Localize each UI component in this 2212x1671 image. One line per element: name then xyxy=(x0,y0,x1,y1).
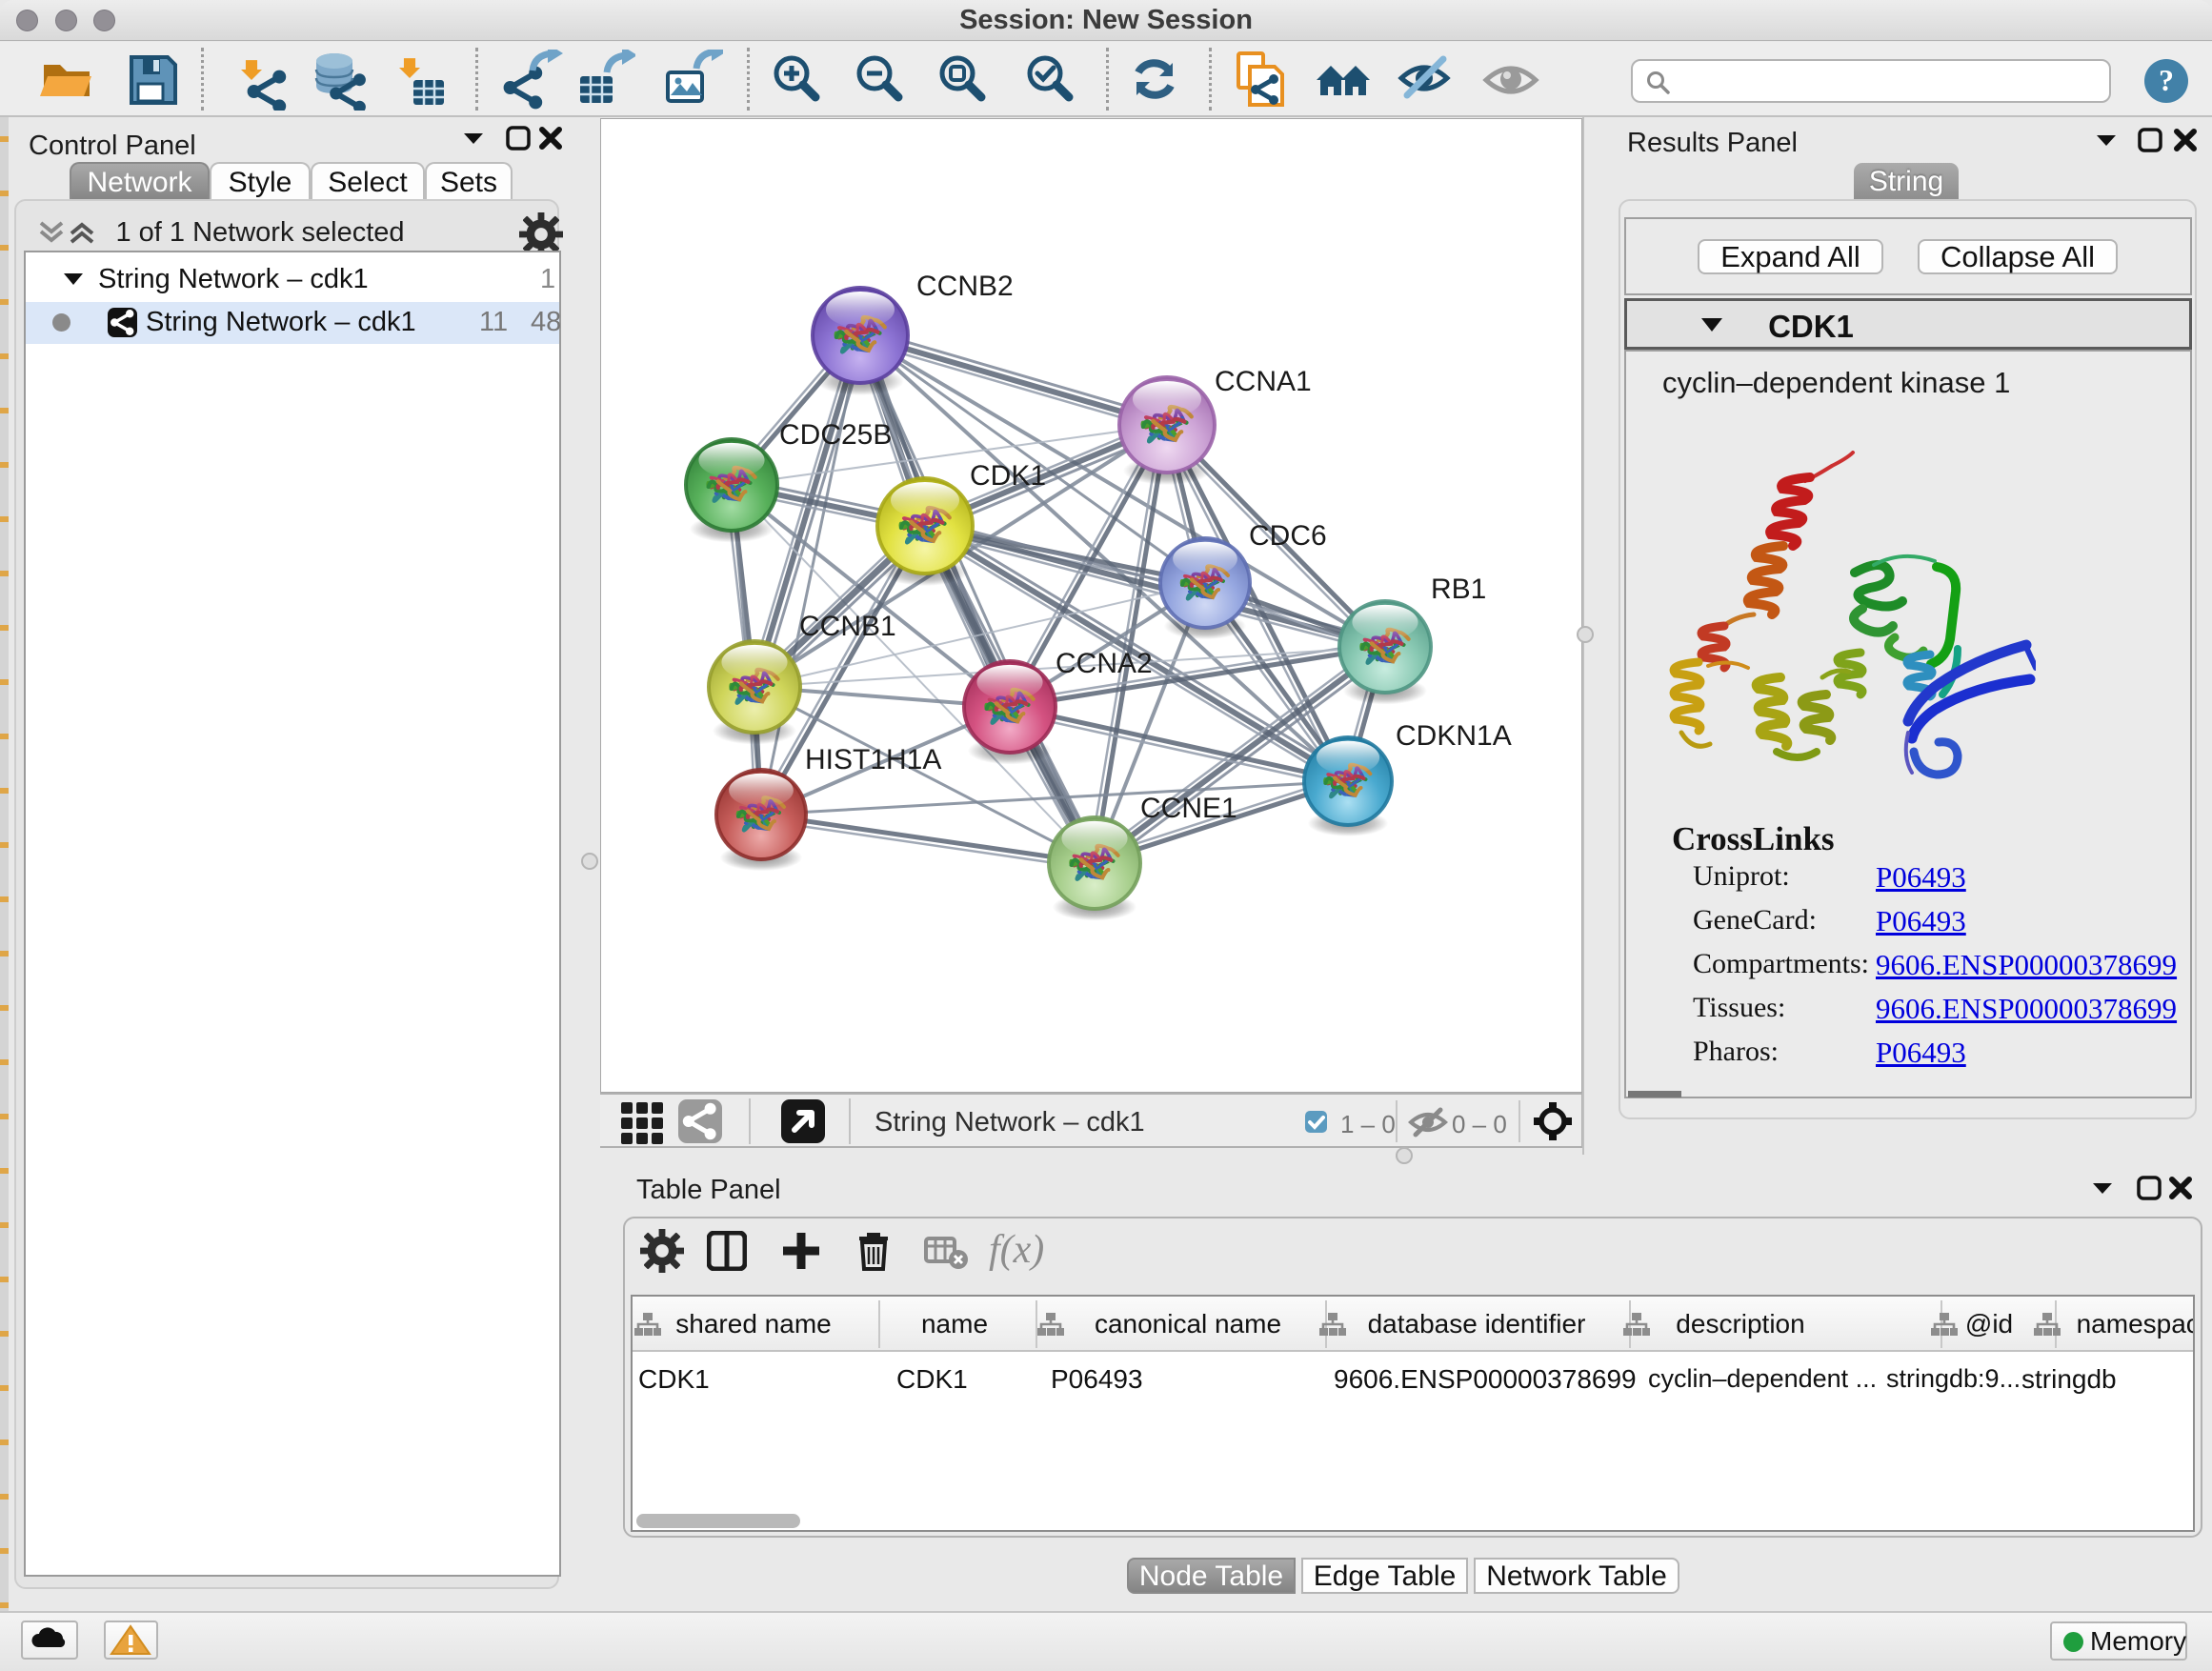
svg-text:?: ? xyxy=(2159,63,2174,97)
svg-text:CDK1: CDK1 xyxy=(970,460,1046,492)
svg-text:CCNB1: CCNB1 xyxy=(799,611,896,642)
svg-text:CCNA2: CCNA2 xyxy=(1056,648,1153,679)
svg-text:CDC6: CDC6 xyxy=(1249,520,1327,552)
svg-text:RB1: RB1 xyxy=(1431,574,1486,605)
svg-text:CDC25B: CDC25B xyxy=(779,419,892,451)
svg-text:CCNE1: CCNE1 xyxy=(1140,793,1237,824)
svg-text:HIST1H1A: HIST1H1A xyxy=(805,744,941,775)
svg-text:CCNB2: CCNB2 xyxy=(916,271,1014,302)
svg-text:CCNA1: CCNA1 xyxy=(1215,366,1312,397)
svg-text:CDKN1A: CDKN1A xyxy=(1396,720,1512,752)
